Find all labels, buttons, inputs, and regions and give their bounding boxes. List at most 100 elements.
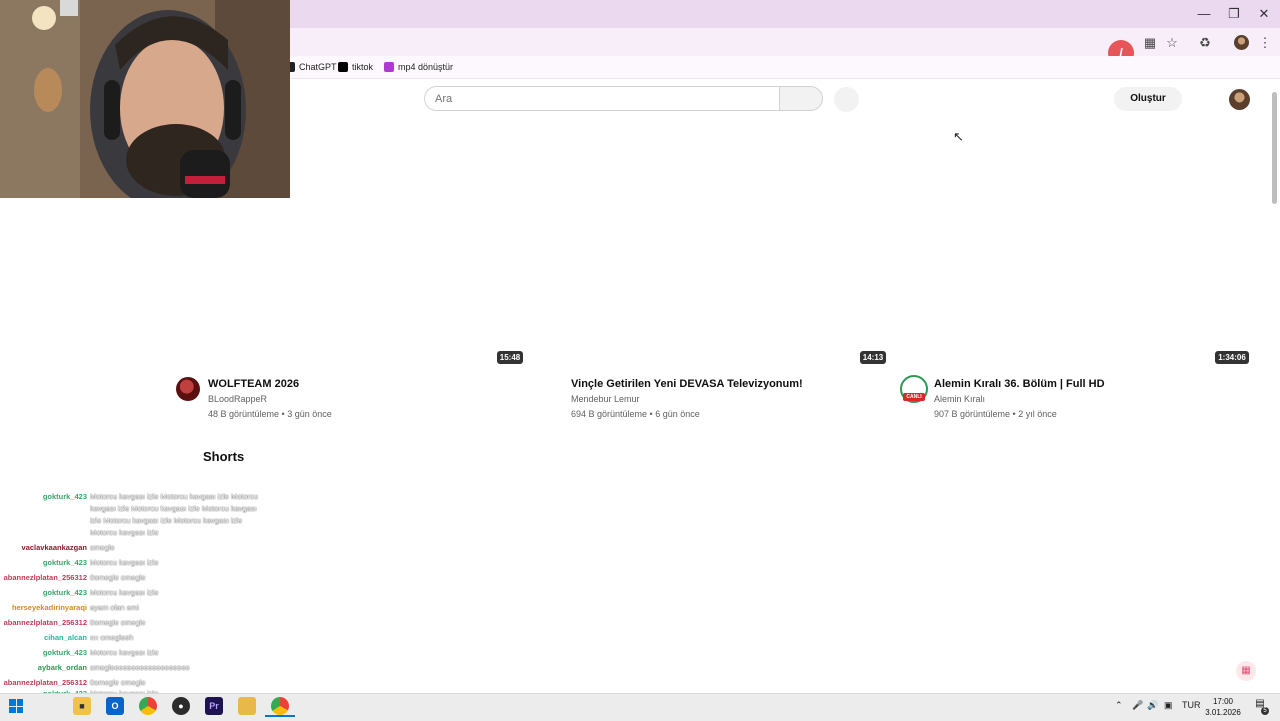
- video-channel-2[interactable]: Mendebur Lemur: [571, 394, 640, 404]
- chat-message: Motorcu kavgası izle: [0, 528, 290, 538]
- voice-search-button[interactable]: [834, 87, 859, 112]
- shorts-section-title: Shorts: [203, 449, 245, 464]
- obs-icon[interactable]: ●: [172, 697, 190, 715]
- star-icon[interactable]: ☆: [1163, 34, 1181, 52]
- clock-time: 17:00: [1212, 697, 1234, 706]
- taskbar: [0, 693, 1280, 721]
- chat-username: abannezlplatan_256312: [3, 573, 87, 582]
- chat-text: Motorcu kavgası izle: [90, 528, 159, 537]
- chat-text: Motorcu kavgası izle: [90, 558, 159, 567]
- minimize-icon[interactable]: —: [1189, 4, 1219, 24]
- chat-text: 0omegle omegle: [90, 573, 146, 582]
- input-language[interactable]: TUR: [1182, 700, 1201, 710]
- video-meta-3: 907 B görüntüleme • 2 yıl önce: [934, 409, 1057, 419]
- tray-chevron-icon[interactable]: ⌃: [1115, 700, 1123, 711]
- video-title-1[interactable]: WOLFTEAM 2026: [208, 378, 299, 390]
- chat-username: cihan_alcan: [44, 633, 87, 642]
- close-icon[interactable]: ✕: [1249, 4, 1279, 24]
- clock-date: 3.01.2026: [1205, 708, 1241, 717]
- bookmark-tiktok[interactable]: tiktok: [338, 60, 373, 74]
- notification-count: 5: [1261, 707, 1269, 715]
- live-badge: CANLI: [903, 393, 925, 401]
- active-app-indicator: [265, 715, 295, 717]
- bookmark-chatgpt[interactable]: ChatGPT: [285, 60, 337, 74]
- chat-text: omegle: [90, 543, 115, 552]
- restore-icon[interactable]: ❐: [1219, 4, 1249, 24]
- converter-icon: [384, 62, 394, 72]
- chat-text: Motorcu kavgası izle: [90, 648, 159, 657]
- network-icon[interactable]: ▣: [1164, 700, 1173, 711]
- chat-message: izle Motorcu kavgası izle Motorcu kavgas…: [0, 516, 290, 526]
- chat-text: Motorcu kavgası izle Motorcu kavgası izl…: [90, 492, 258, 501]
- bookmark-mp4[interactable]: mp4 dönüştür: [384, 60, 453, 74]
- chat-username: herseyekadirinyaraqi: [11, 603, 87, 612]
- video-meta-2: 694 B görüntüleme • 6 gün önce: [571, 409, 700, 419]
- chat-overlay: gokturk_423 Motorcu kavgası izle Motorcu …: [0, 492, 290, 707]
- video-thumbnail-2[interactable]: [539, 130, 887, 368]
- chat-message: gokturk_423Motorcu kavgası izle: [0, 648, 290, 658]
- chat-message: kavgası izle Motorcu kavgası izle Motorc…: [0, 504, 290, 514]
- chrome-icon[interactable]: [139, 697, 157, 715]
- chat-username: gokturk_423: [42, 648, 87, 657]
- video-duration-1: 15:48: [497, 351, 523, 364]
- chat-message: gokturk_423 Motorcu kavgası izle Motorcu …: [0, 492, 290, 502]
- cast-icon[interactable]: ▦: [1141, 34, 1159, 52]
- video-title-2[interactable]: Vinçle Getirilen Yeni DEVASA Televizyonu…: [571, 378, 803, 390]
- chat-username: gokturk_423: [42, 492, 87, 501]
- bookmark-label: tiktok: [352, 62, 374, 72]
- video-thumbnail-3[interactable]: [902, 130, 1250, 368]
- windows-start-icon[interactable]: [9, 699, 23, 713]
- chat-message: gokturk_423Motorcu kavgası izle: [0, 588, 290, 598]
- file-explorer-icon[interactable]: ■: [73, 697, 91, 715]
- video-channel-3[interactable]: Alemin Kıralı: [934, 394, 985, 404]
- extensions-icon[interactable]: ♻: [1196, 34, 1214, 52]
- channel-avatar-3[interactable]: CANLI: [900, 375, 928, 403]
- account-avatar[interactable]: [1229, 89, 1250, 110]
- clock[interactable]: 17:00 3.01.2026: [1200, 696, 1246, 718]
- chat-message: gokturk_423Motorcu kavgası izle: [0, 558, 290, 568]
- chat-message: abannezlplatan_256312 0omegle omegle: [0, 573, 290, 583]
- microphone-icon[interactable]: 🎤: [1132, 700, 1143, 711]
- chat-text: ıııı omegleeh: [90, 633, 134, 642]
- scrollbar-thumb[interactable]: [1272, 92, 1277, 204]
- chat-message: herseyekadirinyaraqi ayam olan ami: [0, 603, 290, 613]
- volume-icon[interactable]: 🔊: [1147, 700, 1158, 711]
- search-button[interactable]: [780, 86, 823, 111]
- webcam-illustration: [0, 0, 290, 198]
- chat-message: abannezlplatan_256312 0omegle omegle: [0, 618, 290, 628]
- profile-avatar-icon[interactable]: [1234, 35, 1249, 50]
- chat-message: abannezlplatan_256312 0omegle omegle: [0, 678, 290, 688]
- chat-text: 0omegle omegle: [90, 678, 146, 687]
- chat-text: omegleeeeeeeeeeeeeeeeeee: [90, 663, 190, 672]
- channel-avatar-1[interactable]: [176, 377, 200, 401]
- outlook-icon[interactable]: O: [106, 697, 124, 715]
- search-input[interactable]: [424, 86, 780, 111]
- video-meta-1: 48 B görüntüleme • 3 gün önce: [208, 409, 332, 419]
- chat-text: ayam olan ami: [90, 603, 139, 612]
- folder-icon[interactable]: [238, 697, 256, 715]
- video-channel-1[interactable]: BLoodRappeR: [208, 394, 267, 404]
- tiktok-icon: [338, 62, 348, 72]
- chat-text: kavgası izle Motorcu kavgası izle Motorc…: [90, 504, 257, 513]
- menu-dots-icon[interactable]: ⋮: [1256, 34, 1274, 52]
- chat-message: cihan_alcan ıııı omegleeh: [0, 633, 290, 643]
- floating-gift-icon[interactable]: ▦: [1236, 661, 1256, 681]
- chat-username: aybark_ordan: [37, 663, 87, 672]
- webcam-overlay: [0, 0, 290, 198]
- video-title-3[interactable]: Alemin Kıralı 36. Bölüm | Full HD: [934, 378, 1105, 390]
- chat-username: gokturk_423: [42, 588, 87, 597]
- video-duration-2: 14:13: [860, 351, 886, 364]
- chat-message: vaclavkaankazgan omegle: [0, 543, 290, 553]
- chat-username: gokturk_423: [42, 558, 87, 567]
- chat-username: abannezlplatan_256312: [3, 678, 87, 687]
- chrome-active-icon[interactable]: [271, 697, 289, 715]
- chat-message: aybark_ordan omegleeeeeeeeeeeeeeeeeee: [0, 663, 290, 673]
- bookmark-label: ChatGPT: [299, 62, 337, 72]
- chat-text: Motorcu kavgası izle: [90, 588, 159, 597]
- premiere-icon[interactable]: Pr: [205, 697, 223, 715]
- chat-text: 0omegle omegle: [90, 618, 146, 627]
- chat-username: vaclavkaankazgan: [21, 543, 87, 552]
- bookmark-label: mp4 dönüştür: [398, 62, 454, 72]
- create-button[interactable]: Oluştur: [1114, 87, 1182, 111]
- chat-username: abannezlplatan_256312: [3, 618, 87, 627]
